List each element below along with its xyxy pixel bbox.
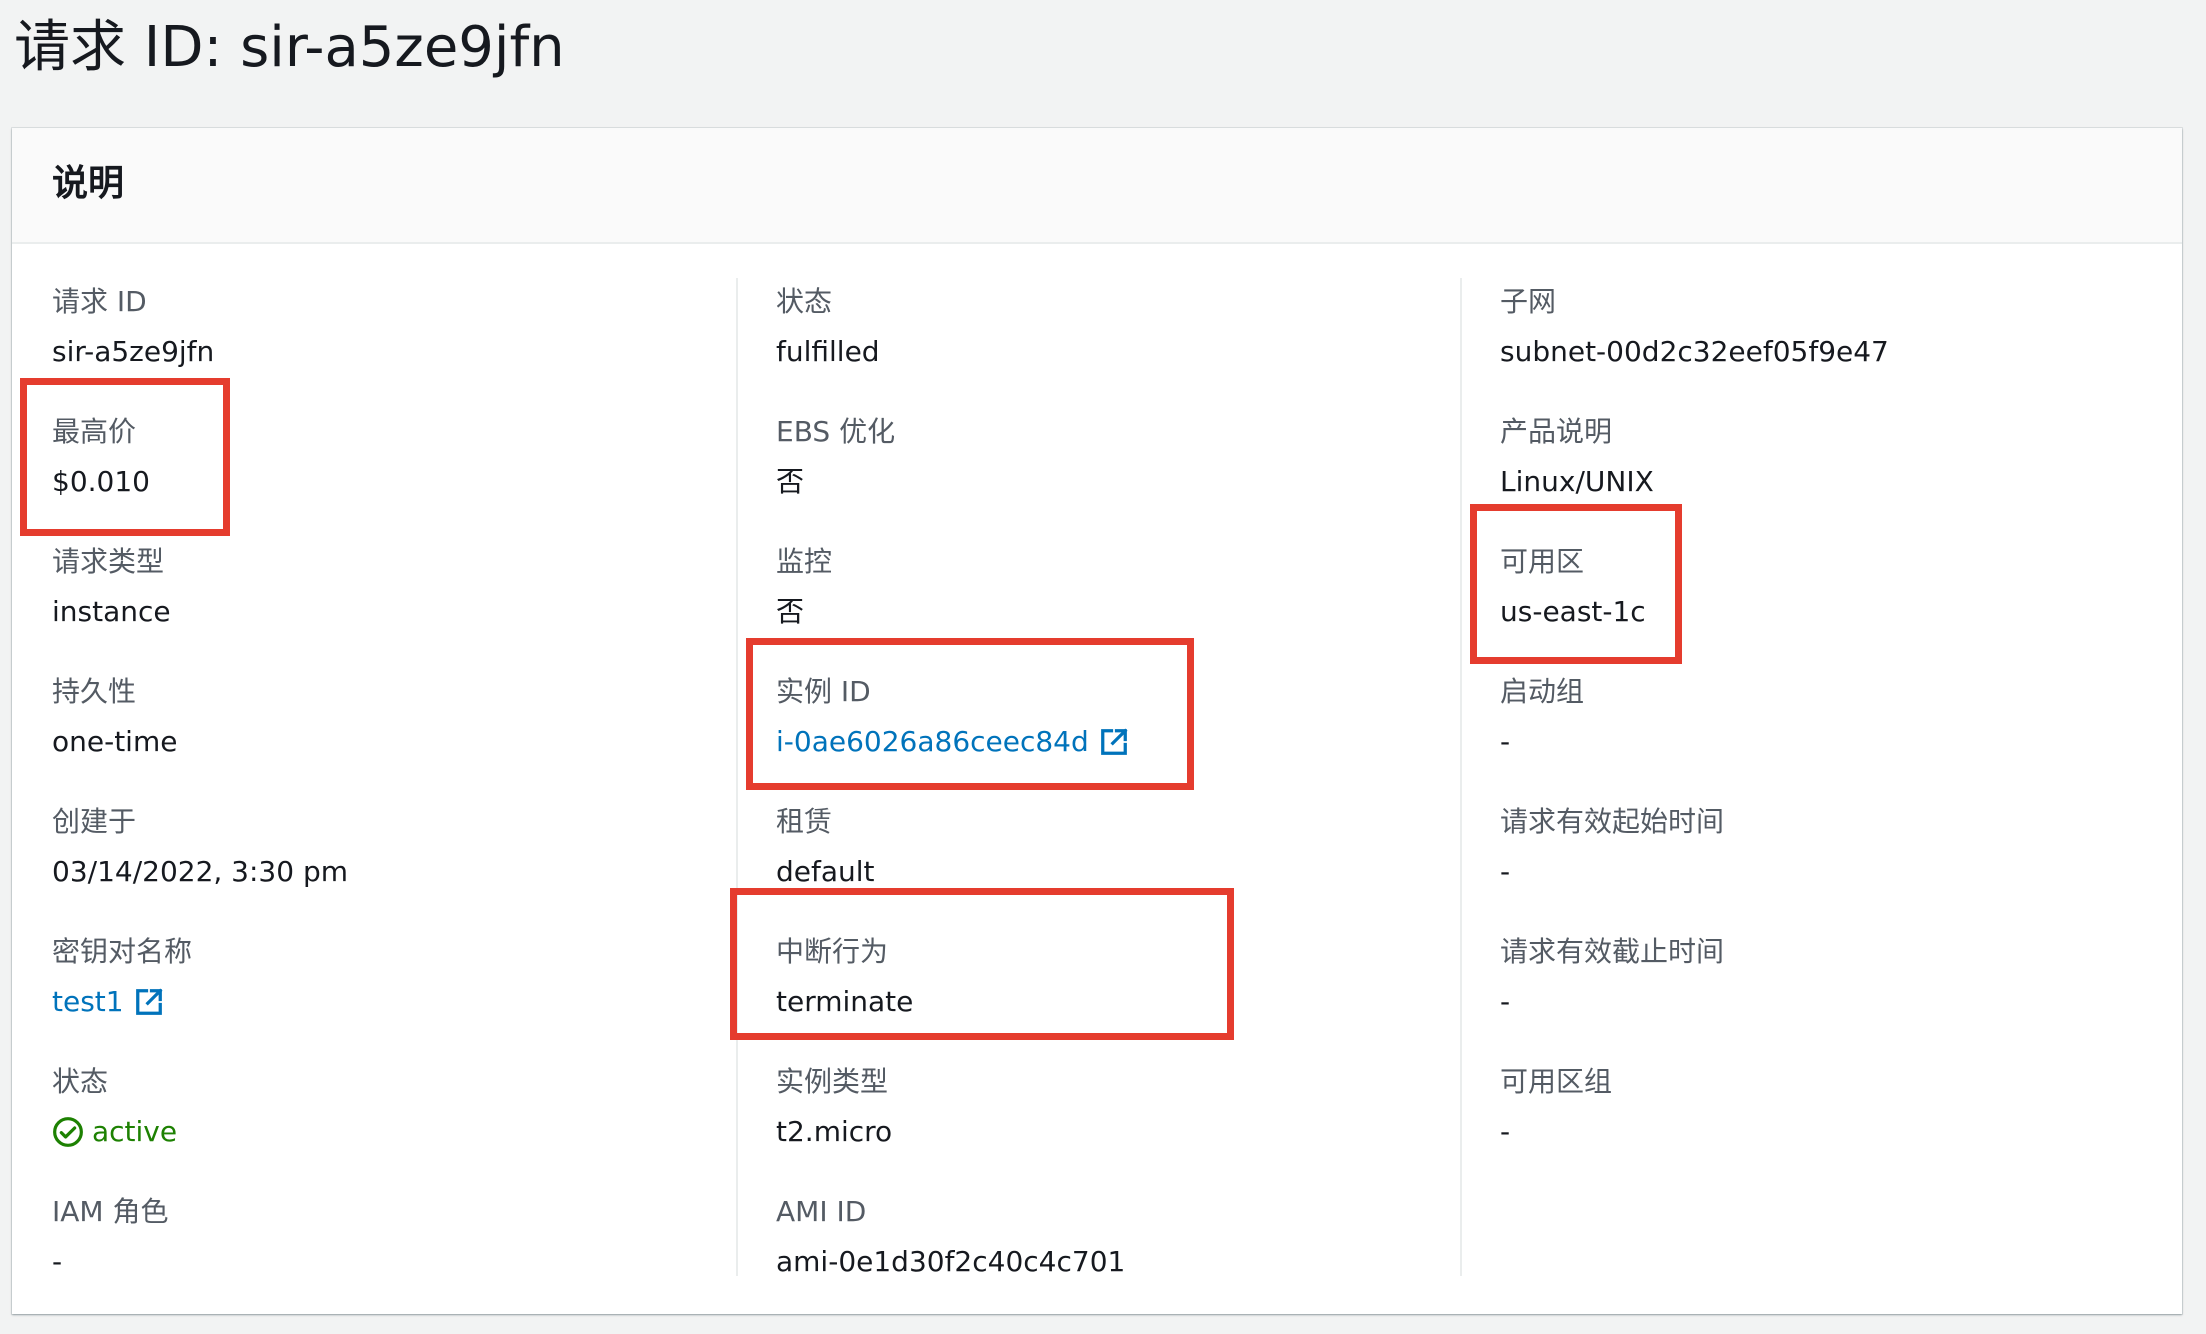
link-text: i-0ae6026a86ceec84d	[776, 725, 1089, 758]
field-label: 租赁	[776, 805, 833, 838]
field-value: default	[776, 855, 875, 888]
field-monitoring: 监控 否	[776, 542, 1436, 632]
field-value: t2.micro	[776, 1115, 893, 1148]
field-ami-id: AMI ID ami-0e1d30f2c40c4c701	[776, 1192, 1436, 1282]
field-value: 否	[776, 595, 805, 628]
field-persistence: 持久性 one-time	[52, 672, 712, 762]
field-label: EBS 优化	[776, 415, 896, 448]
link-text: test1	[52, 985, 124, 1018]
field-request-type: 请求类型 instance	[52, 542, 712, 632]
field-label: 请求 ID	[52, 285, 147, 318]
field-label: 监控	[776, 545, 833, 578]
external-link-icon	[1100, 728, 1128, 755]
field-instance-id: 实例 ID i-0ae6026a86ceec84d	[776, 672, 1436, 762]
field-value: $0.010	[52, 465, 150, 498]
field-label: 最高价	[52, 415, 137, 448]
field-value: sir-a5ze9jfn	[52, 335, 215, 368]
page-title: 请求 ID: sir-a5ze9jfn	[14, 15, 565, 80]
field-status: 状态 active	[52, 1062, 712, 1159]
field-value: us-east-1c	[1500, 595, 1646, 628]
field-value: -	[1500, 725, 1511, 758]
field-availability-zone-group: 可用区组 -	[1500, 1062, 2160, 1152]
field-value: -	[52, 1245, 63, 1278]
field-state: 状态 fulfilled	[776, 282, 1436, 372]
details-columns: 请求 ID sir-a5ze9jfn 最高价 $0.010 请求类型 insta…	[12, 244, 2182, 1314]
field-valid-from: 请求有效起始时间 -	[1500, 802, 2160, 892]
field-label: 产品说明	[1500, 415, 1613, 448]
field-created-at: 创建于 03/14/2022, 3:30 pm	[52, 802, 712, 892]
field-key-pair-name: 密钥对名称 test1	[52, 932, 712, 1022]
field-label: 子网	[1500, 285, 1557, 318]
field-label: 持久性	[52, 675, 137, 708]
field-label: 状态	[52, 1065, 109, 1098]
field-value: instance	[52, 595, 171, 628]
external-link-icon	[135, 988, 163, 1015]
field-label: 启动组	[1500, 675, 1585, 708]
field-value: fulfilled	[776, 335, 880, 368]
field-label: 状态	[776, 285, 833, 318]
field-label: 请求类型	[52, 545, 165, 578]
field-valid-until: 请求有效截止时间 -	[1500, 932, 2160, 1022]
field-value: terminate	[776, 985, 914, 1018]
field-tenancy: 租赁 default	[776, 802, 1436, 892]
field-availability-zone: 可用区 us-east-1c	[1500, 542, 2160, 632]
field-subnet: 子网 subnet-00d2c32eef05f9e47	[1500, 282, 2160, 372]
panel-title: 说明	[52, 163, 125, 204]
field-label: 实例 ID	[776, 675, 871, 708]
field-label: 中断行为	[776, 935, 889, 968]
field-label: 请求有效截止时间	[1500, 935, 1725, 968]
field-label: 实例类型	[776, 1065, 889, 1098]
field-value: -	[1500, 855, 1511, 888]
field-value: Linux/UNIX	[1500, 465, 1654, 498]
field-label: 可用区	[1500, 545, 1585, 578]
field-label: AMI ID	[776, 1195, 867, 1228]
field-value: subnet-00d2c32eef05f9e47	[1500, 335, 1889, 368]
field-max-price: 最高价 $0.010	[52, 412, 712, 502]
field-ebs-optimized: EBS 优化 否	[776, 412, 1436, 502]
field-label: IAM 角色	[52, 1195, 169, 1228]
field-label: 密钥对名称	[52, 935, 193, 968]
field-value: -	[1500, 1115, 1511, 1148]
column-divider	[1460, 278, 1462, 1276]
status-indicator: active	[52, 1112, 177, 1152]
panel-header: 说明	[12, 128, 2182, 244]
field-value: 03/14/2022, 3:30 pm	[52, 855, 349, 888]
field-label: 创建于	[52, 805, 137, 838]
column-divider	[736, 278, 738, 1276]
description-panel: 说明 请求 ID sir-a5ze9jfn 最高价 $0.010 请求类型 in…	[12, 128, 2182, 1314]
field-request-id: 请求 ID sir-a5ze9jfn	[52, 282, 712, 372]
field-launch-group: 启动组 -	[1500, 672, 2160, 762]
field-product-description: 产品说明 Linux/UNIX	[1500, 412, 2160, 502]
field-interruption-behavior: 中断行为 terminate	[776, 932, 1436, 1022]
field-instance-type: 实例类型 t2.micro	[776, 1062, 1436, 1152]
field-label: 可用区组	[1500, 1065, 1613, 1098]
field-iam-role: IAM 角色 -	[52, 1192, 712, 1282]
field-value: 否	[776, 465, 805, 498]
field-value: one-time	[52, 725, 178, 758]
status-text: active	[92, 1115, 178, 1148]
instance-id-link[interactable]: i-0ae6026a86ceec84d	[776, 722, 1129, 762]
key-pair-link[interactable]: test1	[52, 982, 164, 1022]
field-value: -	[1500, 985, 1511, 1018]
check-circle-icon	[53, 1117, 83, 1147]
field-label: 请求有效起始时间	[1500, 805, 1725, 838]
field-value: ami-0e1d30f2c40c4c701	[776, 1245, 1126, 1278]
